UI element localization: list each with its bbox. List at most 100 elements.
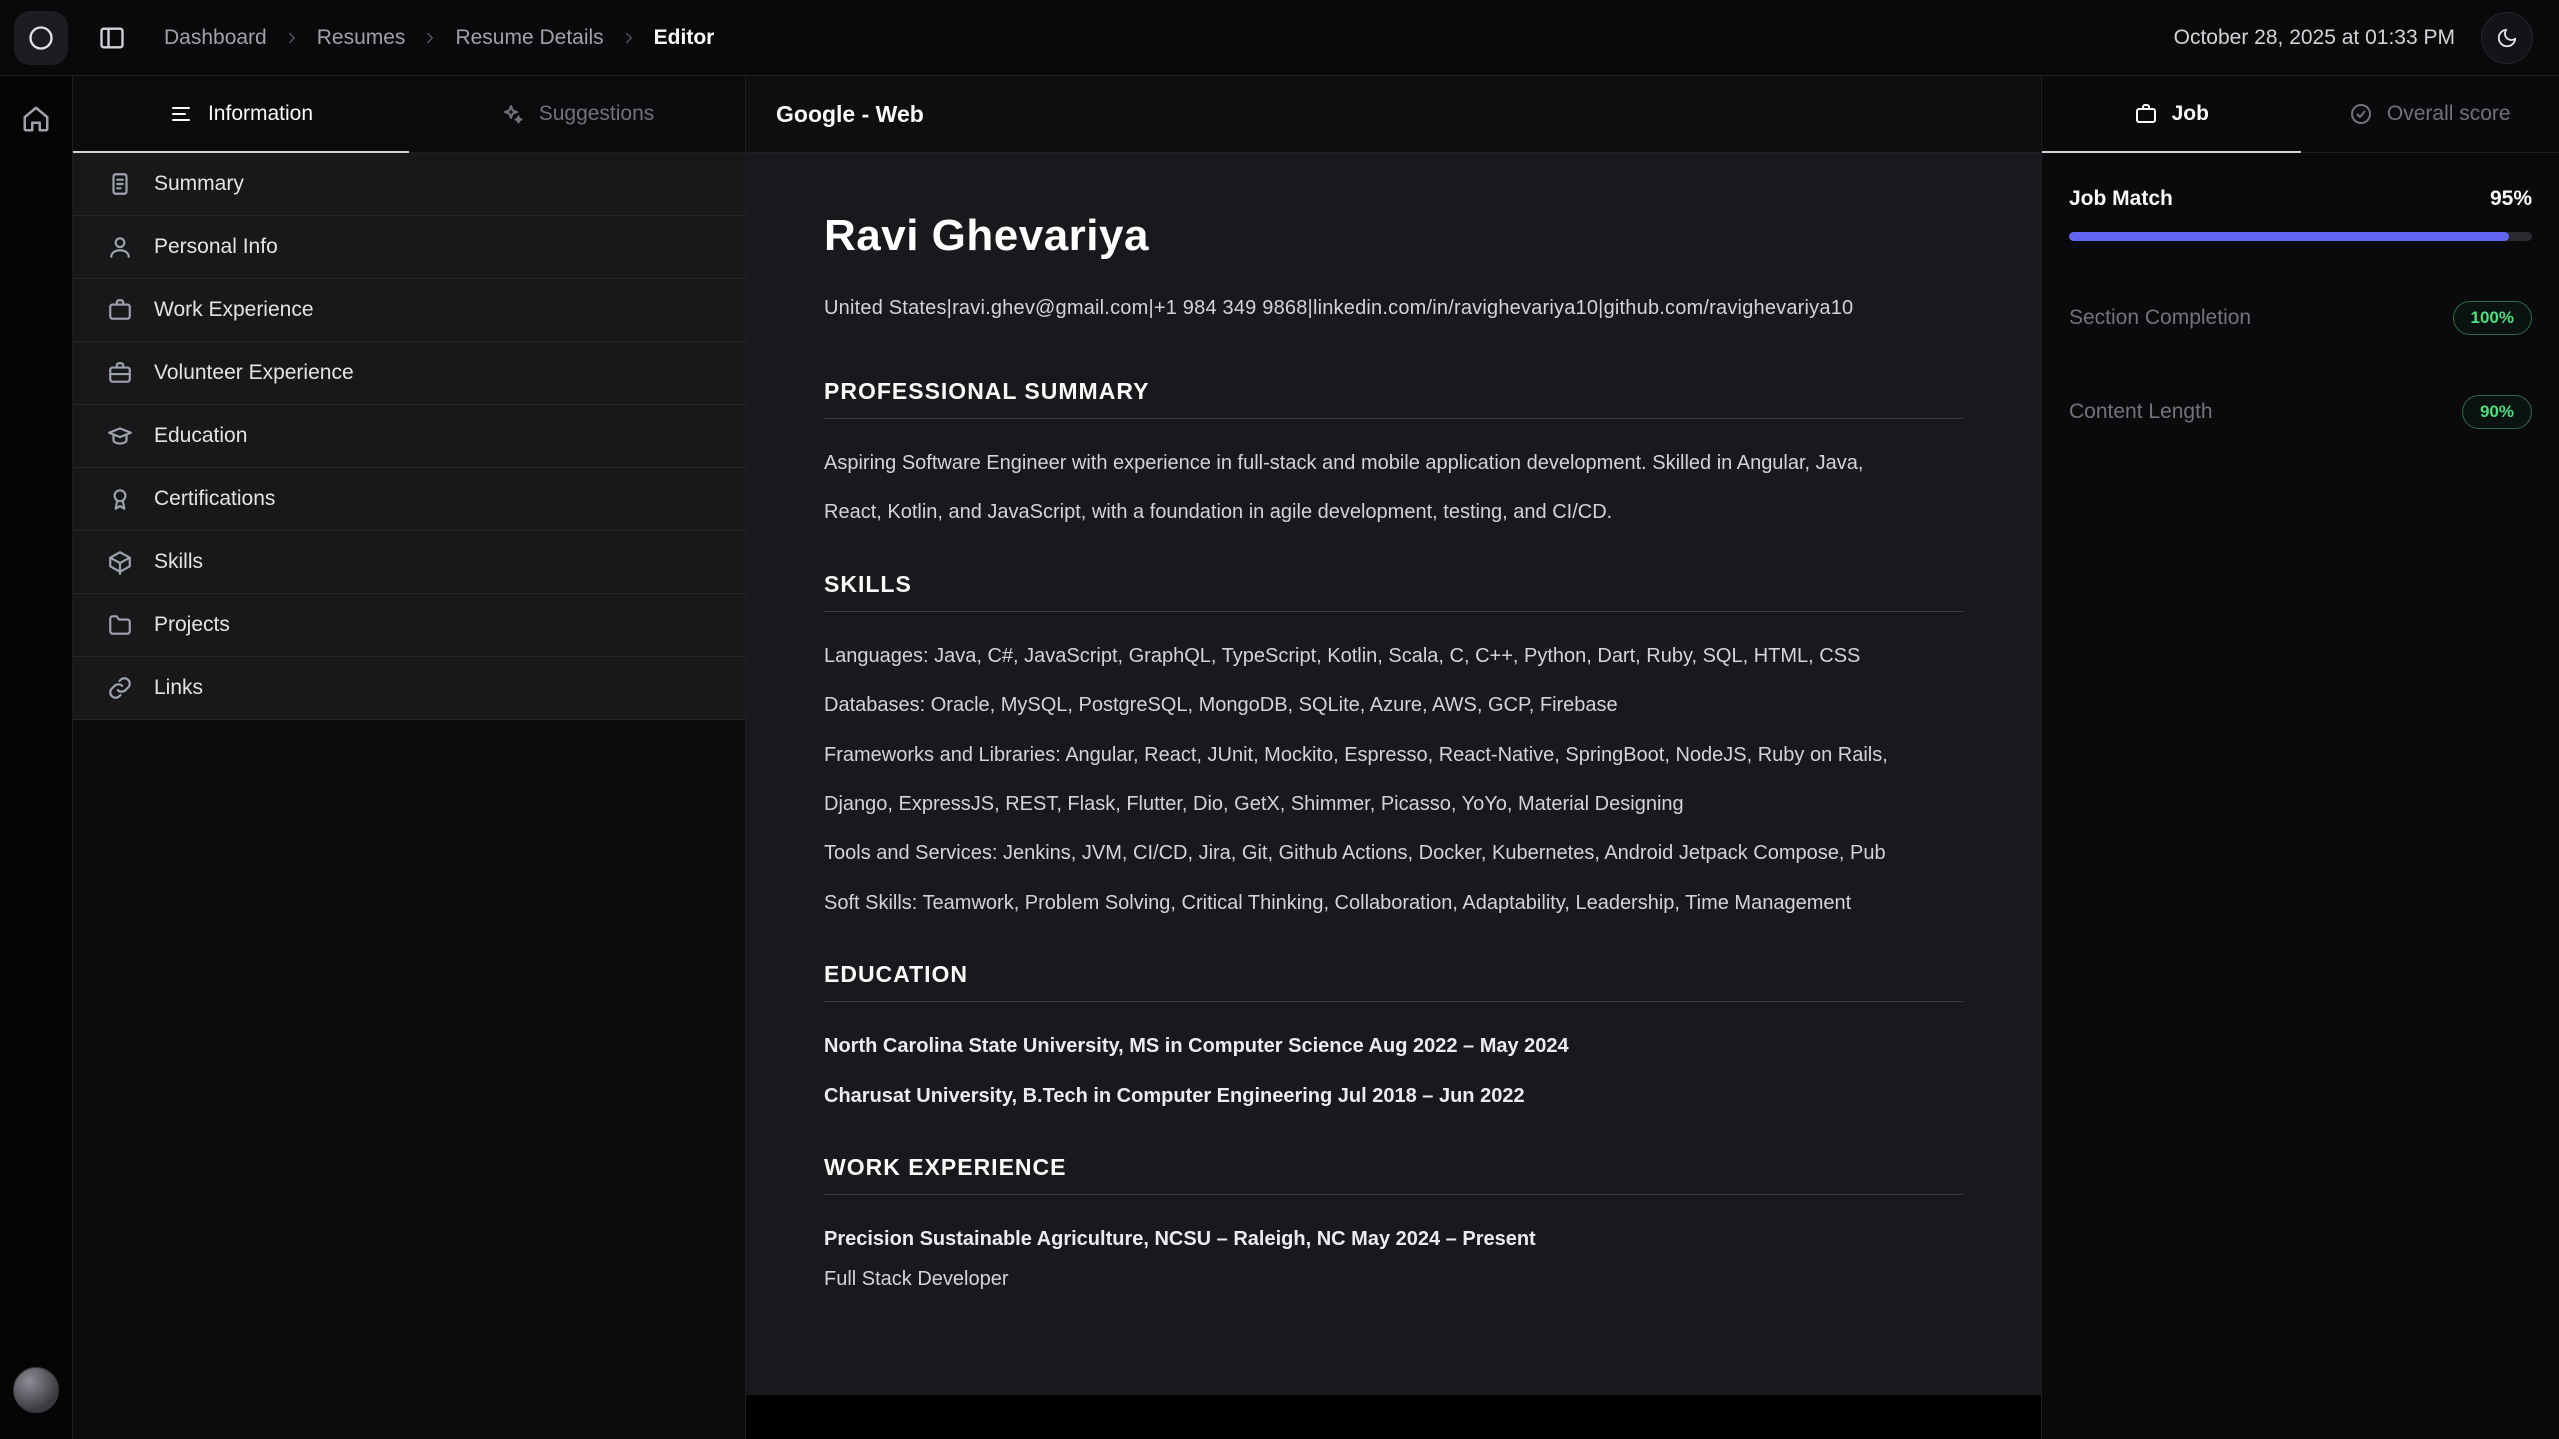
datetime-label: October 28, 2025 at 01:33 PM	[2174, 26, 2455, 50]
section-completion-row: Section Completion 100%	[2069, 301, 2532, 335]
section-heading: PROFESSIONAL SUMMARY	[824, 378, 1963, 419]
job-panel-tabs: Job Overall score	[2042, 76, 2559, 153]
job-match-value: 95%	[2490, 187, 2532, 211]
job-match-progress-fill	[2069, 232, 2509, 241]
section-completion-label: Section Completion	[2069, 306, 2251, 330]
resume-section-work: WORK EXPERIENCE Precision Sustainable Ag…	[824, 1154, 1963, 1296]
resume-title-header: Google - Web	[746, 76, 2041, 153]
job-match-row: Job Match 95%	[2069, 187, 2532, 211]
tab-overall-score[interactable]: Overall score	[2301, 76, 2559, 153]
sidebar-item-projects[interactable]: Projects	[73, 594, 745, 657]
user-avatar[interactable]	[13, 1367, 59, 1413]
section-heading: EDUCATION	[824, 961, 1963, 1002]
breadcrumb: Dashboard Resumes Resume Details Editor	[164, 26, 714, 50]
work-role: Full Stack Developer	[824, 1263, 1946, 1295]
tab-suggestions[interactable]: Suggestions	[409, 76, 745, 153]
link-icon	[107, 675, 133, 701]
briefcase-icon	[2134, 102, 2158, 126]
sidebar-toggle-button[interactable]	[98, 24, 126, 52]
summary-paragraph: Aspiring Software Engineer with experien…	[824, 447, 1946, 479]
section-heading: SKILLS	[824, 571, 1963, 612]
sidebar-item-label: Volunteer Experience	[154, 361, 354, 385]
circle-check-icon	[2349, 102, 2373, 126]
top-bar: Dashboard Resumes Resume Details Editor …	[0, 0, 2559, 76]
skills-line: Frameworks and Libraries: Angular, React…	[824, 739, 1946, 771]
skills-line: Django, ExpressJS, REST, Flask, Flutter,…	[824, 788, 1946, 820]
sidebar-tabs: Information Suggestions	[73, 76, 745, 153]
sidebar-item-label: Summary	[154, 172, 244, 196]
sidebar-item-label: Projects	[154, 613, 230, 637]
certificate-icon	[107, 486, 133, 512]
folder-icon	[107, 612, 133, 638]
breadcrumb-resume-details[interactable]: Resume Details	[455, 26, 603, 50]
topbar-right: October 28, 2025 at 01:33 PM	[2174, 12, 2533, 64]
home-icon	[21, 104, 51, 134]
breadcrumb-editor: Editor	[654, 26, 715, 50]
sidebar-item-volunteer-experience[interactable]: Volunteer Experience	[73, 342, 745, 405]
skills-line: Soft Skills: Teamwork, Problem Solving, …	[824, 887, 1946, 919]
chevron-right-icon	[620, 29, 638, 47]
resume-section-summary: PROFESSIONAL SUMMARY Aspiring Software E…	[824, 378, 1963, 529]
job-match-progressbar	[2069, 232, 2532, 241]
job-panel-body: Job Match 95% Section Completion 100% Co…	[2042, 153, 2559, 463]
sidebar: Information Suggestions Summary Personal…	[73, 76, 746, 1439]
work-entry: Precision Sustainable Agriculture, NCSU …	[824, 1223, 1946, 1255]
resume-title: Google - Web	[776, 101, 924, 128]
education-entry: North Carolina State University, MS in C…	[824, 1030, 1946, 1062]
sidebar-item-certifications[interactable]: Certifications	[73, 468, 745, 531]
home-button[interactable]	[21, 104, 51, 134]
app-window: Dashboard Resumes Resume Details Editor …	[0, 0, 2559, 1439]
menu-lines-icon	[169, 102, 193, 126]
sidebar-item-personal-info[interactable]: Personal Info	[73, 216, 745, 279]
content-length-row: Content Length 90%	[2069, 395, 2532, 429]
chevron-right-icon	[421, 29, 439, 47]
tab-job[interactable]: Job	[2042, 76, 2301, 153]
tab-overall-score-label: Overall score	[2387, 102, 2511, 126]
tab-job-label: Job	[2172, 102, 2209, 126]
panel-left-icon	[98, 24, 126, 52]
package-icon	[107, 549, 133, 575]
sidebar-item-summary[interactable]: Summary	[73, 153, 745, 216]
skills-line: Databases: Oracle, MySQL, PostgreSQL, Mo…	[824, 689, 1946, 721]
sidebar-item-label: Links	[154, 676, 203, 700]
sidebar-item-skills[interactable]: Skills	[73, 531, 745, 594]
moon-icon	[2496, 27, 2518, 49]
resume-section-skills: SKILLS Languages: Java, C#, JavaScript, …	[824, 571, 1963, 919]
resume-contact-line: United States|ravi.ghev@gmail.com|+1 984…	[824, 297, 1963, 320]
breadcrumb-resumes[interactable]: Resumes	[317, 26, 406, 50]
education-entry: Charusat University, B.Tech in Computer …	[824, 1080, 1946, 1112]
skills-line: Languages: Java, C#, JavaScript, GraphQL…	[824, 640, 1946, 672]
theme-toggle-button[interactable]	[2481, 12, 2533, 64]
content-length-label: Content Length	[2069, 400, 2213, 424]
briefcase-icon	[107, 297, 133, 323]
chevron-right-icon	[283, 29, 301, 47]
section-heading: WORK EXPERIENCE	[824, 1154, 1963, 1195]
tab-suggestions-label: Suggestions	[539, 102, 655, 126]
sidebar-item-label: Education	[154, 424, 247, 448]
sidebar-item-education[interactable]: Education	[73, 405, 745, 468]
scroll-text-icon	[107, 171, 133, 197]
job-match-label: Job Match	[2069, 187, 2173, 211]
sidebar-item-label: Work Experience	[154, 298, 314, 322]
breadcrumb-dashboard[interactable]: Dashboard	[164, 26, 267, 50]
user-icon	[107, 234, 133, 260]
left-rail	[0, 76, 73, 1439]
briefcase-icon	[107, 360, 133, 386]
resume-name: Ravi Ghevariya	[824, 211, 1963, 261]
resume-preview[interactable]: Ravi Ghevariya United States|ravi.ghev@g…	[746, 153, 2041, 1395]
sidebar-item-links[interactable]: Links	[73, 657, 745, 720]
main-area: Information Suggestions Summary Personal…	[0, 76, 2559, 1439]
sidebar-item-label: Certifications	[154, 487, 275, 511]
sparkles-icon	[500, 102, 524, 126]
tab-information[interactable]: Information	[73, 76, 409, 153]
summary-paragraph: React, Kotlin, and JavaScript, with a fo…	[824, 496, 1946, 528]
sidebar-item-work-experience[interactable]: Work Experience	[73, 279, 745, 342]
section-completion-badge: 100%	[2453, 301, 2532, 335]
tab-information-label: Information	[208, 102, 313, 126]
app-logo[interactable]	[14, 11, 68, 65]
graduation-cap-icon	[107, 423, 133, 449]
content-length-badge: 90%	[2462, 395, 2532, 429]
sidebar-item-label: Skills	[154, 550, 203, 574]
resume-section-education: EDUCATION North Carolina State Universit…	[824, 961, 1963, 1112]
sidebar-item-label: Personal Info	[154, 235, 278, 259]
